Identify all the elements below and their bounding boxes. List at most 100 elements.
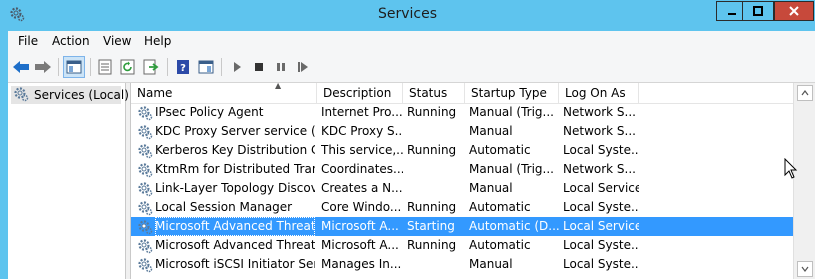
service-description: Core Windo...	[321, 200, 402, 214]
restart-service-button[interactable]	[292, 56, 314, 78]
pause-service-button[interactable]	[270, 56, 292, 78]
service-name: KDC Proxy Server service (K...	[155, 124, 315, 138]
chevron-up-icon	[801, 90, 809, 96]
service-name: Microsoft iSCSI Initiator Ser...	[155, 257, 315, 271]
table-row[interactable]: Local Session Manager Core Windo... Runnin…	[131, 198, 793, 217]
service-status	[407, 179, 465, 198]
forward-button[interactable]	[32, 56, 54, 78]
show-hide-action-pane-button[interactable]	[195, 56, 217, 78]
svg-text:?: ?	[180, 63, 186, 74]
maximize-icon	[753, 6, 763, 16]
show-hide-console-tree-button[interactable]	[63, 56, 85, 78]
service-gear-icon	[137, 181, 153, 197]
properties-icon	[98, 59, 112, 75]
service-description: This service,...	[321, 143, 403, 157]
service-gear-icon	[137, 124, 153, 140]
column-header-row: ▲ Name Description Status Startup Type L…	[131, 81, 793, 104]
refresh-icon	[120, 59, 135, 75]
service-name: IPsec Policy Agent	[155, 105, 264, 119]
client-area: File Action View Help ? Services (Local)…	[8, 31, 815, 279]
refresh-button[interactable]	[117, 56, 139, 78]
table-row[interactable]: KtmRm for Distributed Tran... Coordinates…	[131, 160, 793, 179]
play-icon	[234, 62, 241, 72]
table-row[interactable]: Microsoft Advanced Threat ... Microsoft A…	[131, 236, 793, 255]
service-description: Microsoft A...	[321, 238, 399, 252]
service-log-on-as: Local Syste...	[563, 143, 639, 157]
column-header-startup-type[interactable]: Startup Type	[465, 83, 559, 103]
service-log-on-as: Local Service	[563, 181, 639, 195]
services-window: Services File Action View Help ? Service…	[0, 0, 815, 279]
service-gear-icon	[137, 200, 153, 216]
service-log-on-as: Local Syste...	[563, 238, 639, 252]
tree-item-services-local[interactable]: Services (Local)	[11, 86, 129, 104]
table-row[interactable]: Link-Layer Topology Discov... Creates a N…	[131, 179, 793, 198]
forward-icon	[35, 61, 51, 73]
service-name: Microsoft Advanced Threat ...	[155, 238, 315, 252]
console-tree-icon	[66, 60, 82, 74]
properties-button[interactable]	[94, 56, 116, 78]
service-description: Creates a N...	[321, 181, 403, 195]
service-name: KtmRm for Distributed Tran...	[155, 162, 315, 176]
toolbar-separator	[58, 58, 59, 76]
service-name: Kerberos Key Distribution C...	[155, 143, 315, 157]
service-description: KDC Proxy S...	[321, 124, 403, 138]
mouse-cursor-icon	[784, 158, 798, 179]
service-description: Microsoft A...	[321, 219, 399, 233]
service-startup-type: Manual	[469, 124, 513, 138]
start-service-button[interactable]	[226, 56, 248, 78]
service-gear-icon	[137, 238, 153, 254]
toolbar: ?	[8, 52, 815, 83]
maximize-button[interactable]	[742, 1, 774, 21]
action-pane-icon	[198, 60, 214, 74]
console-tree: Services (Local)	[8, 83, 129, 279]
toolbar-separator	[167, 58, 168, 76]
column-header-status[interactable]: Status	[403, 83, 465, 103]
service-log-on-as: Local Syste...	[563, 200, 639, 214]
export-list-icon	[143, 59, 159, 75]
table-row[interactable]: KDC Proxy Server service (K... KDC Proxy …	[131, 122, 793, 141]
table-row[interactable]: IPsec Policy Agent Internet Pro... Running…	[131, 103, 793, 122]
chevron-down-icon	[801, 266, 809, 272]
service-startup-type: Manual (Trig...	[469, 162, 554, 176]
service-status: Running	[407, 238, 457, 252]
menu-view[interactable]: View	[99, 34, 135, 48]
menu-help[interactable]: Help	[140, 34, 175, 48]
column-header-description[interactable]: Description	[317, 83, 403, 103]
service-gear-icon	[137, 143, 153, 159]
service-log-on-as: Network S...	[563, 105, 636, 119]
title-bar[interactable]: Services	[0, 0, 815, 31]
service-status	[407, 122, 465, 141]
menu-bar: File Action View Help	[8, 31, 815, 52]
service-name: Local Session Manager	[155, 200, 293, 214]
help-button[interactable]: ?	[172, 56, 194, 78]
toolbar-separator	[221, 58, 222, 76]
minimize-icon	[728, 13, 736, 15]
service-name: Microsoft Advanced Threat ...	[155, 217, 315, 236]
service-status	[407, 255, 465, 274]
table-row[interactable]: Microsoft iSCSI Initiator Ser... Manages …	[131, 255, 793, 274]
service-log-on-as: Network S...	[563, 162, 636, 176]
scroll-down-button[interactable]	[797, 261, 813, 277]
export-list-button[interactable]	[140, 56, 162, 78]
service-startup-type: Automatic	[469, 143, 531, 157]
table-row[interactable]: Microsoft Advanced Threat ... Microsoft A…	[131, 217, 793, 236]
close-button[interactable]	[774, 1, 814, 21]
back-icon	[13, 61, 29, 73]
service-status: Running	[407, 105, 457, 119]
back-button[interactable]	[10, 56, 32, 78]
services-rows: IPsec Policy Agent Internet Pro... Running…	[131, 103, 793, 274]
services-list: ▲ Name Description Status Startup Type L…	[130, 81, 815, 279]
column-header-log-on-as[interactable]: Log On As	[559, 83, 639, 103]
menu-action[interactable]: Action	[48, 34, 94, 48]
stop-service-button[interactable]	[248, 56, 270, 78]
vertical-scrollbar[interactable]	[793, 83, 815, 279]
menu-file[interactable]: File	[14, 34, 42, 48]
scroll-up-button[interactable]	[797, 85, 813, 101]
toolbar-separator	[90, 58, 91, 76]
service-startup-type: Manual (Trig...	[469, 105, 554, 119]
service-gear-icon	[137, 162, 153, 178]
tree-item-label: Services (Local)	[34, 88, 129, 102]
column-header-name[interactable]: Name	[131, 83, 317, 103]
service-gear-icon	[137, 105, 153, 121]
table-row[interactable]: Kerberos Key Distribution C... This servi…	[131, 141, 793, 160]
